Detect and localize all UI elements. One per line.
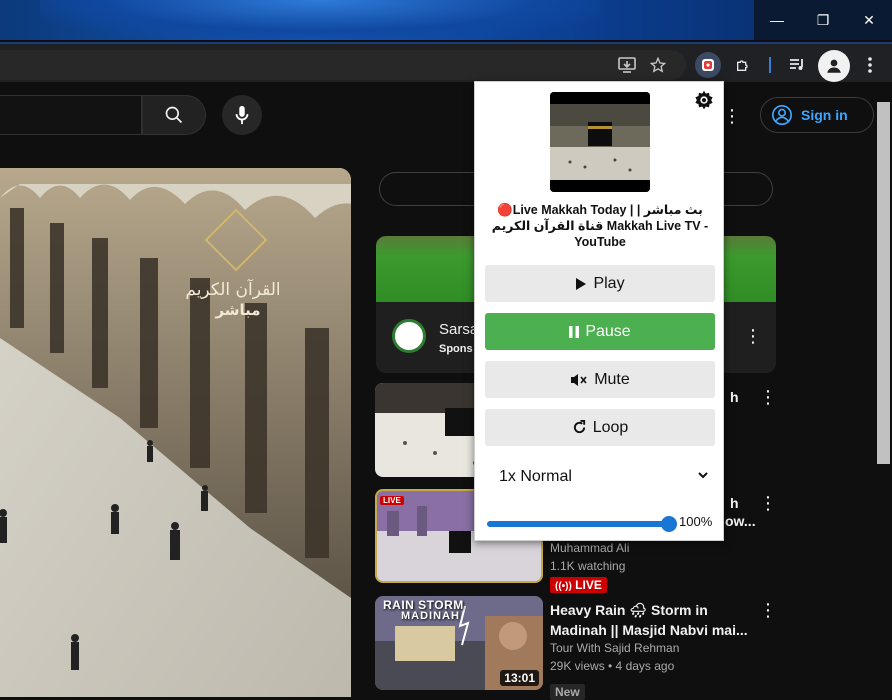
ad-title: Sarsa xyxy=(439,321,479,338)
window-titlebar: — ❐ ✕ xyxy=(0,0,892,40)
live-badge-label: LIVE xyxy=(575,578,602,592)
extensions-puzzle-icon[interactable] xyxy=(730,52,756,78)
video-title[interactable]: Heavy Rain 🌧 Storm in Madinah || Masjid … xyxy=(550,600,750,640)
playback-speed-select[interactable]: 1x Normal xyxy=(485,458,715,495)
loop-button[interactable]: Loop xyxy=(485,409,715,446)
chevron-down-icon xyxy=(698,472,708,479)
ad-sponsored-label: Spons xyxy=(439,343,473,355)
profile-icon xyxy=(827,59,841,73)
restore-icon: ❐ xyxy=(816,11,830,28)
settings-gear-icon[interactable] xyxy=(693,90,717,114)
video-thumbnail[interactable]: RAIN STORM MADINAH 13:01 xyxy=(375,596,543,690)
pause-button[interactable]: Pause xyxy=(485,313,715,350)
voice-search-button[interactable] xyxy=(222,95,262,135)
video-channel[interactable]: Muhammad Ali xyxy=(550,541,629,555)
mute-button[interactable]: Mute xyxy=(485,361,715,398)
profile-avatar[interactable] xyxy=(818,50,850,82)
account-circle-icon xyxy=(772,105,792,125)
thumb-live-badge: LIVE xyxy=(380,496,404,505)
sign-in-label: Sign in xyxy=(801,107,848,123)
live-broadcast-icon: ((•)) xyxy=(555,581,572,592)
video-title[interactable]: h xyxy=(730,493,892,513)
ad-more-dots-icon[interactable]: ⋮ xyxy=(744,326,762,347)
player-overlay-line2: مباشر xyxy=(215,301,261,319)
popup-video-title: 🔴Live Makkah Today | بث مباشر | قناة الق… xyxy=(491,203,709,249)
media-controller-popup: 🔴Live Makkah Today | بث مباشر | قناة الق… xyxy=(474,81,724,541)
pause-label: Pause xyxy=(585,322,631,340)
close-icon: ✕ xyxy=(863,11,875,28)
address-bar[interactable] xyxy=(0,50,686,80)
video-more-dots-icon[interactable]: ⋮ xyxy=(759,493,777,514)
video-title-line2[interactable]: ow... xyxy=(725,513,756,529)
toolbar-divider xyxy=(769,57,771,73)
browser-toolbar xyxy=(0,42,892,82)
video-duration: 13:01 xyxy=(500,670,539,686)
new-badge: New xyxy=(550,684,585,700)
video-channel[interactable]: Tour With Sajid Rehman xyxy=(550,641,679,655)
pause-icon xyxy=(569,325,580,338)
volume-slider-fill xyxy=(487,521,669,527)
microphone-icon xyxy=(235,105,249,125)
mute-icon xyxy=(571,373,587,386)
video-viewers: 1.1K watching xyxy=(550,559,626,573)
video-title[interactable]: h xyxy=(730,387,892,407)
mute-label: Mute xyxy=(594,370,630,388)
page-scrollbar[interactable] xyxy=(877,102,890,464)
search-icon xyxy=(165,106,183,124)
related-video-3[interactable]: RAIN STORM MADINAH 13:01 Heavy Rain 🌧 St… xyxy=(375,596,875,700)
yt-search-button[interactable] xyxy=(142,95,206,135)
volume-slider-handle[interactable] xyxy=(661,516,677,532)
video-views: 29K views • 4 days ago xyxy=(550,659,675,673)
bookmark-star-icon[interactable] xyxy=(645,52,671,78)
play-label: Play xyxy=(593,274,625,292)
volume-value: 100% xyxy=(679,514,713,529)
install-app-icon[interactable] xyxy=(614,52,640,78)
yt-search-input[interactable] xyxy=(0,95,142,135)
play-icon xyxy=(576,277,587,290)
video-more-dots-icon[interactable]: ⋮ xyxy=(759,600,777,621)
thumb-text-2: MADINAH xyxy=(401,610,460,622)
titlebar-wallpaper xyxy=(40,0,600,40)
loop-icon xyxy=(573,420,585,434)
video-more-dots-icon[interactable]: ⋮ xyxy=(759,387,777,408)
play-button[interactable]: Play xyxy=(485,265,715,302)
video-frame xyxy=(0,168,351,697)
minimize-button[interactable]: — xyxy=(754,0,800,40)
loop-label: Loop xyxy=(592,418,629,436)
video-player[interactable]: القرآن الكريم مباشر xyxy=(0,168,351,697)
restore-button[interactable]: ❐ xyxy=(800,0,846,40)
live-badge: ((•)) LIVE xyxy=(550,577,607,593)
extension-music-icon[interactable] xyxy=(695,52,721,78)
minimize-icon: — xyxy=(770,12,784,28)
sign-in-button[interactable]: Sign in xyxy=(760,97,874,133)
speed-value: 1x Normal xyxy=(499,467,572,485)
player-overlay-line1: القرآن الكريم xyxy=(185,280,281,300)
popup-video-thumbnail xyxy=(550,92,650,192)
media-queue-icon[interactable] xyxy=(784,52,810,78)
menu-dots-icon[interactable] xyxy=(857,52,883,78)
volume-slider[interactable] xyxy=(487,516,677,532)
close-window-button[interactable]: ✕ xyxy=(846,0,892,40)
advertiser-logo xyxy=(392,319,426,353)
